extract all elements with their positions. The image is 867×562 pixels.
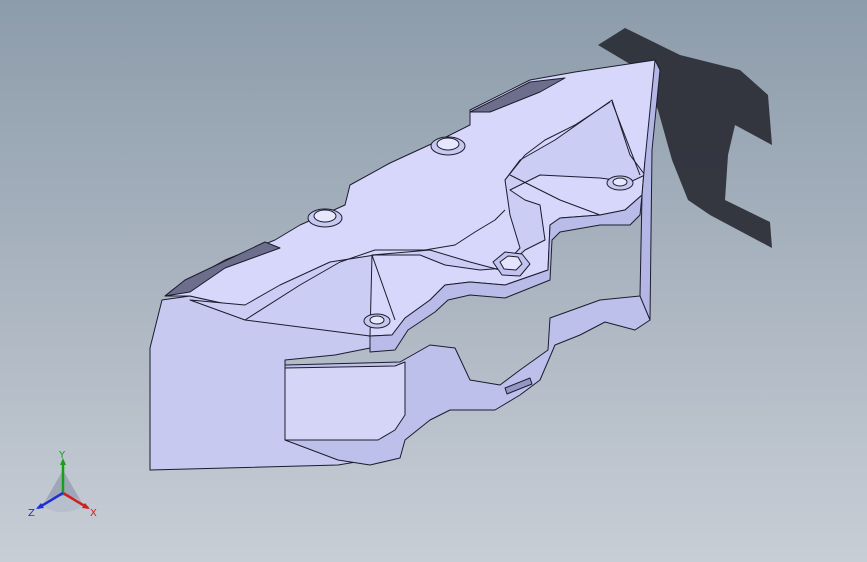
mounting-hole-1[interactable] (430, 136, 466, 156)
bracket-part[interactable] (149, 59, 661, 471)
top-face[interactable] (164, 59, 656, 337)
reference-triad[interactable]: X Y Z (26, 448, 106, 523)
y-axis-label: Y (58, 450, 66, 461)
graphics-viewport[interactable]: X Y Z (0, 0, 867, 562)
side-recess (284, 361, 406, 441)
mounting-hole-4[interactable] (363, 313, 391, 329)
mounting-hole-2[interactable] (307, 208, 343, 228)
mounting-hole-3[interactable] (606, 175, 634, 191)
model-view[interactable] (0, 0, 867, 562)
x-axis-label: X (90, 508, 97, 519)
z-axis-label: Z (28, 508, 35, 519)
